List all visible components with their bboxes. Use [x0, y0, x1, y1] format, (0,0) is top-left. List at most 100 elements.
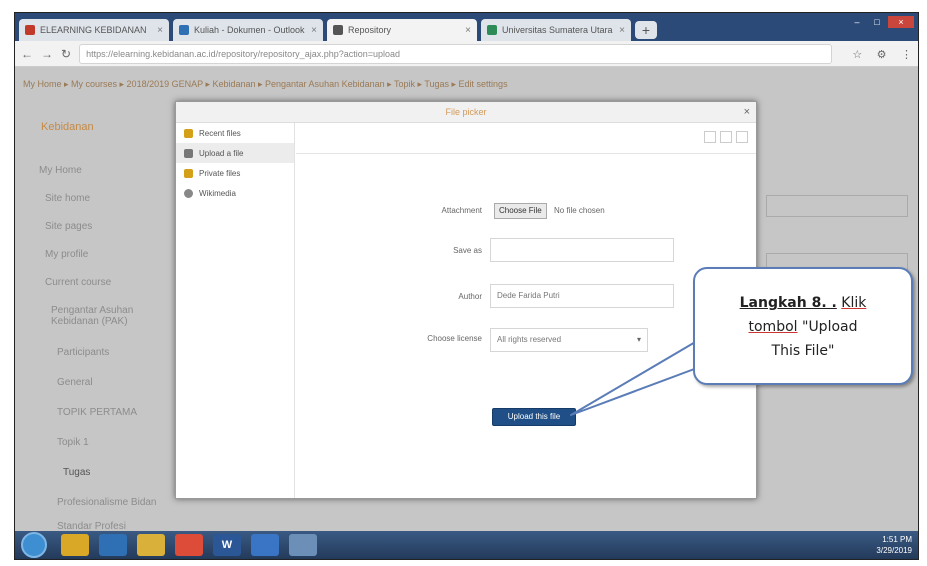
breadcrumb[interactable]: My Home ▸ My courses ▸ 2018/2019 GENAP ▸… [23, 79, 508, 90]
nav-item[interactable]: Topik 1 [57, 437, 89, 448]
back-icon[interactable]: ← [21, 47, 33, 61]
nav-item[interactable]: Participants [57, 347, 109, 358]
tab-close-icon[interactable]: × [465, 25, 471, 36]
view-mode-icons [700, 131, 748, 143]
tab-favicon-icon [487, 25, 497, 35]
repo-label: Recent files [199, 128, 241, 138]
callout-line-1: Langkah 8. . Klik [695, 291, 911, 315]
nav-item[interactable]: Profesionalisme Bidan [57, 497, 157, 508]
dialog-header: File picker × [176, 102, 756, 123]
file-explorer-icon[interactable] [137, 534, 165, 556]
license-select[interactable]: All rights reserved ▾ [490, 328, 648, 352]
choose-file-button[interactable]: Choose File [494, 203, 547, 219]
address-bar: ← → ↻ https://elearning.kebidanan.ac.id/… [15, 41, 918, 67]
no-file-chosen-text: No file chosen [554, 206, 605, 215]
bookmark-star-icon[interactable]: ☆ [852, 49, 862, 61]
callout-line-3: This File" [771, 343, 835, 359]
tab-favicon-icon [25, 25, 35, 35]
taskbar-app-icon[interactable] [251, 534, 279, 556]
taskbar-app-icon[interactable] [61, 534, 89, 556]
callout-word-klik: Klik [841, 295, 867, 311]
extension-icon[interactable]: ⚙ [877, 49, 887, 61]
chrome-icon[interactable] [175, 534, 203, 556]
nav-item[interactable]: Current course [45, 277, 111, 288]
author-input[interactable]: Dede Farida Putri [490, 284, 674, 308]
tab-title: Universitas Sumatera Utara [502, 25, 613, 35]
callout-word-upload: "Upload [802, 319, 858, 335]
nav-item[interactable]: Site home [45, 193, 90, 204]
browser-actions: ☆ ⚙ ⋮ [842, 45, 912, 63]
repo-item-private-files[interactable]: Private files [176, 163, 294, 183]
start-button-icon[interactable] [21, 532, 47, 558]
dialog-close-icon[interactable]: × [744, 102, 750, 122]
repo-label: Private files [199, 168, 241, 178]
browser-tab-active[interactable]: Repository × [327, 19, 477, 41]
url-input[interactable]: https://elearning.kebidanan.ac.id/reposi… [79, 43, 833, 64]
browser-tab-bar: ELEARNING KEBIDANAN × Kuliah - Dokumen -… [15, 13, 918, 41]
maximize-icon[interactable]: □ [868, 16, 886, 28]
browser-menu-icon[interactable]: ⋮ [901, 49, 912, 61]
nav-item[interactable]: Tugas [63, 467, 90, 478]
reload-icon[interactable]: ↻ [61, 47, 71, 61]
nav-item[interactable]: My Home [39, 165, 82, 176]
repository-list: Recent files Upload a file Private files… [176, 123, 295, 498]
tab-title: ELEARNING KEBIDANAN [40, 25, 147, 35]
window-close-icon[interactable]: × [888, 16, 914, 28]
desktop-screen: ELEARNING KEBIDANAN × Kuliah - Dokumen -… [14, 12, 919, 560]
taskbar-app-icon[interactable] [99, 534, 127, 556]
repo-label: Wikimedia [199, 188, 236, 198]
browser-tab[interactable]: ELEARNING KEBIDANAN × [19, 19, 169, 41]
instruction-callout: Langkah 8. . Klik tombol "Upload This Fi… [693, 267, 913, 385]
file-picker-toolbar [296, 123, 756, 154]
save-as-label: Save as [453, 246, 482, 255]
clock-time: 1:51 PM [882, 535, 912, 544]
system-clock[interactable]: 1:51 PM 3/29/2019 [876, 534, 912, 556]
callout-step-number: Langkah 8. . [739, 295, 837, 311]
callout-line-2: tombol "Upload [695, 315, 911, 339]
forward-icon[interactable]: → [41, 47, 53, 61]
nav-item[interactable]: TOPIK PERTAMA [57, 407, 137, 418]
new-tab-button[interactable]: + [635, 21, 657, 39]
license-label: Choose license [427, 334, 482, 343]
chevron-down-icon: ▾ [636, 335, 641, 344]
upload-icon [184, 148, 193, 158]
editor-toolbar-stub [766, 195, 908, 217]
repo-item-wikimedia[interactable]: Wikimedia [176, 183, 294, 203]
browser-tab[interactable]: Kuliah - Dokumen - Outlook × [173, 19, 323, 41]
tab-close-icon[interactable]: × [311, 25, 317, 36]
repo-item-upload-a-file[interactable]: Upload a file [176, 143, 294, 163]
dialog-title: File picker [445, 107, 487, 117]
icon-view-icon[interactable] [704, 131, 716, 143]
clock-date: 3/29/2019 [876, 546, 912, 555]
upload-this-file-button[interactable]: Upload this file [492, 408, 576, 426]
license-selected-value: All rights reserved [497, 335, 562, 344]
nav-item[interactable]: Pengantar Asuhan Kebidanan (PAK) [51, 305, 161, 327]
author-label: Author [458, 292, 482, 301]
list-view-icon[interactable] [720, 131, 732, 143]
callout-word-tombol: tombol [748, 319, 798, 335]
save-as-input[interactable] [490, 238, 674, 262]
file-picker-dialog: File picker × Recent files Upload a file… [175, 101, 757, 499]
folder-icon [184, 168, 193, 178]
word-icon[interactable]: W [213, 534, 241, 556]
taskbar-app-icon[interactable] [289, 534, 317, 556]
site-name[interactable]: Kebidanan [41, 121, 94, 133]
repo-label: Upload a file [199, 148, 244, 158]
repo-item-recent-files[interactable]: Recent files [176, 123, 294, 143]
attachment-label: Attachment [441, 206, 482, 215]
windows-taskbar: W 1:51 PM 3/29/2019 [15, 531, 918, 559]
tab-title: Kuliah - Dokumen - Outlook [194, 25, 305, 35]
nav-item[interactable]: Site pages [45, 221, 92, 232]
tab-favicon-icon [179, 25, 189, 35]
nav-item[interactable]: My profile [45, 249, 88, 260]
tree-view-icon[interactable] [736, 131, 748, 143]
browser-tab[interactable]: Universitas Sumatera Utara × [481, 19, 631, 41]
tab-close-icon[interactable]: × [157, 25, 163, 36]
folder-icon [184, 128, 193, 138]
tab-close-icon[interactable]: × [619, 25, 625, 36]
tab-title: Repository [348, 25, 392, 35]
minimize-icon[interactable]: – [848, 16, 866, 28]
wikimedia-icon [184, 188, 193, 198]
nav-item[interactable]: General [57, 377, 93, 388]
tab-favicon-icon [333, 25, 343, 35]
